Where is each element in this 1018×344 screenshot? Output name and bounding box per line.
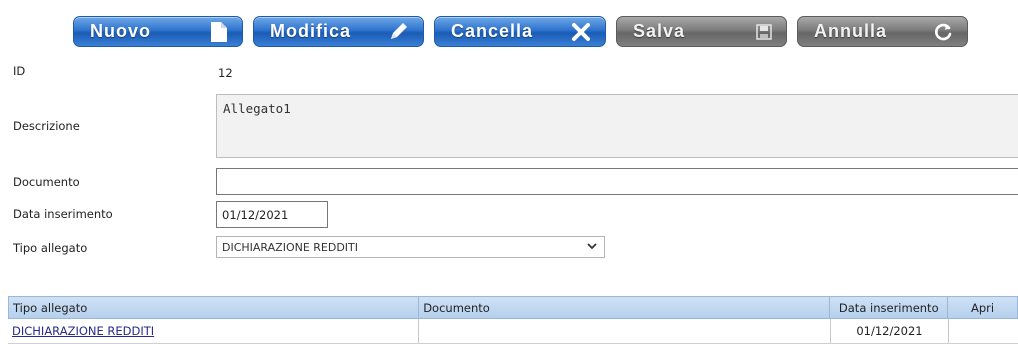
header-documento[interactable]: Documento xyxy=(418,297,829,318)
id-value: 12 xyxy=(218,66,233,80)
data-inserimento-input[interactable]: 01/12/2021 xyxy=(216,201,328,228)
modifica-button[interactable]: Modifica xyxy=(253,16,424,47)
annulla-button[interactable]: Annulla xyxy=(797,16,968,47)
table-row[interactable]: DICHIARAZIONE REDDITI 01/12/2021 xyxy=(8,319,1018,344)
annulla-label: Annulla xyxy=(814,21,887,41)
descrizione-label: Descrizione xyxy=(13,119,80,133)
new-document-icon xyxy=(211,21,227,42)
documento-input[interactable] xyxy=(216,168,1018,195)
nuovo-label: Nuovo xyxy=(90,21,151,41)
allegati-table: Tipo allegato Documento Data inserimento… xyxy=(8,296,1018,344)
cancella-button[interactable]: Cancella xyxy=(434,16,606,47)
header-data-inserimento[interactable]: Data inserimento xyxy=(829,297,947,318)
descrizione-textarea[interactable]: Allegato1 xyxy=(216,94,1018,158)
pencil-icon xyxy=(391,22,407,39)
close-icon xyxy=(572,22,590,41)
tipo-allegato-select[interactable]: DICHIARAZIONE REDDITI xyxy=(216,236,605,258)
cell-documento xyxy=(418,319,830,343)
cell-tipo-allegato: DICHIARAZIONE REDDITI xyxy=(8,324,418,338)
tipo-allegato-selected: DICHIARAZIONE REDDITI xyxy=(222,241,359,254)
documento-label: Documento xyxy=(13,175,80,189)
id-label: ID xyxy=(13,64,26,78)
nuovo-button[interactable]: Nuovo xyxy=(73,16,243,47)
header-tipo-allegato[interactable]: Tipo allegato xyxy=(9,301,418,315)
salva-label: Salva xyxy=(633,21,686,41)
tipo-allegato-label: Tipo allegato xyxy=(13,241,88,255)
cancella-label: Cancella xyxy=(451,21,534,41)
cell-apri[interactable] xyxy=(948,319,1018,343)
tipo-allegato-link[interactable]: DICHIARAZIONE REDDITI xyxy=(12,324,154,338)
modifica-label: Modifica xyxy=(270,21,352,41)
table-header: Tipo allegato Documento Data inserimento… xyxy=(8,296,1018,319)
data-inserimento-label: Data inserimento xyxy=(13,207,113,221)
header-apri[interactable]: Apri xyxy=(947,297,1017,318)
toolbar: Nuovo Modifica Cancella Salva Annulla xyxy=(73,16,968,47)
undo-icon xyxy=(935,23,952,40)
cell-data-inserimento: 01/12/2021 xyxy=(830,319,948,343)
save-icon xyxy=(756,23,772,40)
chevron-down-icon xyxy=(587,243,597,250)
salva-button[interactable]: Salva xyxy=(616,16,787,47)
